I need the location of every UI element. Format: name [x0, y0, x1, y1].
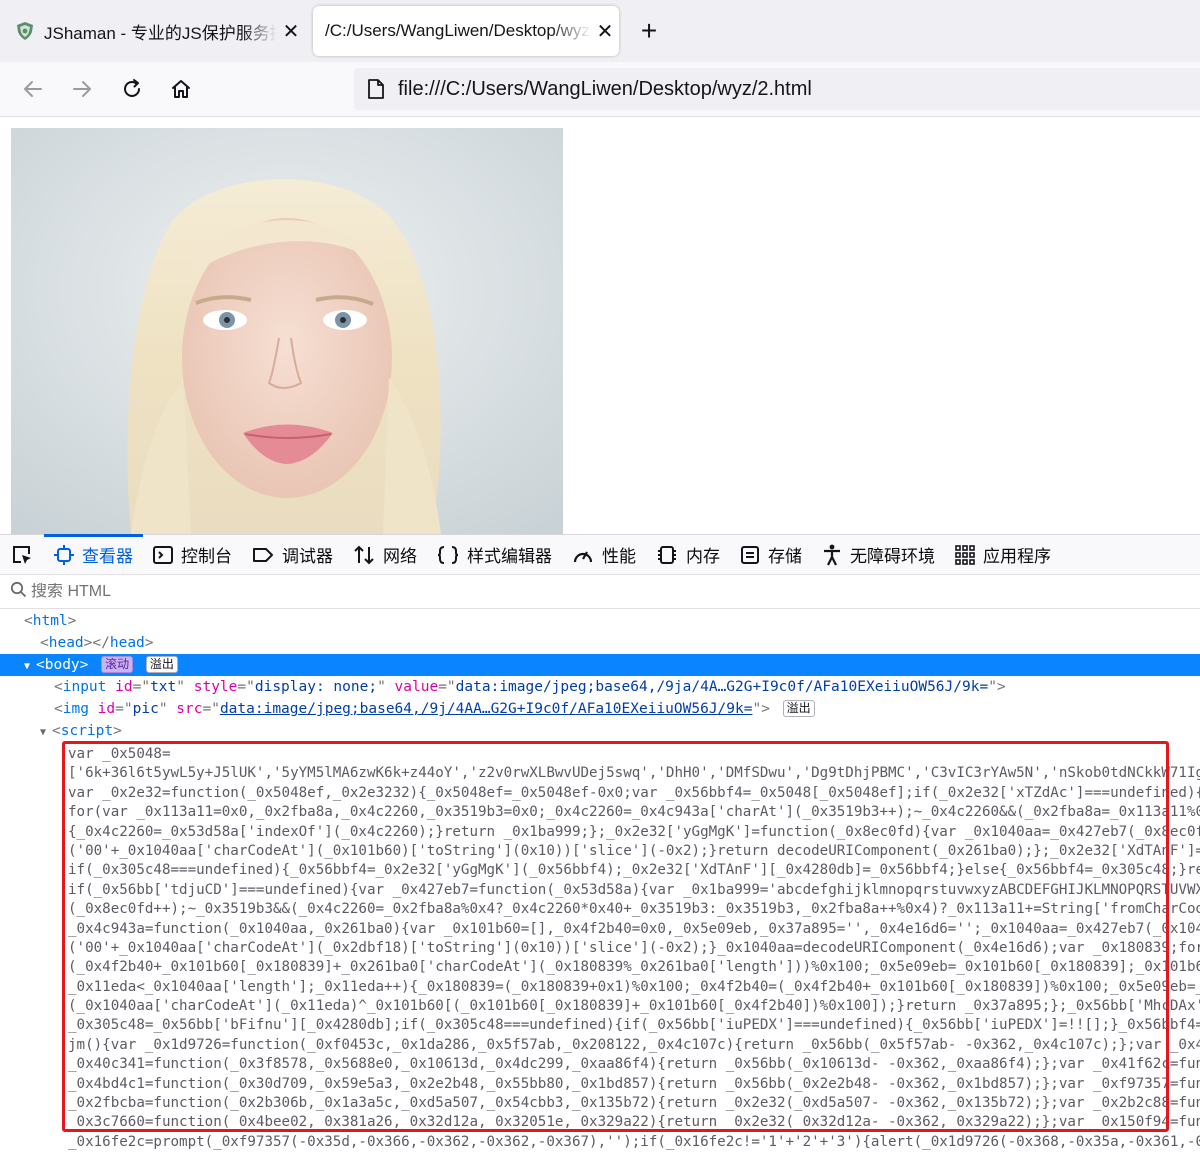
devtools-tab-network[interactable]: 网络 [343, 535, 427, 575]
node-input[interactable]: <input id="txt" style="display: none;" v… [0, 676, 1200, 698]
devtools-tab-accessibility[interactable]: 无障碍环境 [812, 535, 945, 575]
new-tab-button[interactable]: + [634, 14, 664, 48]
reload-icon[interactable] [115, 72, 149, 106]
scroll-badge[interactable]: 滚动 [101, 656, 134, 673]
console-icon [153, 545, 173, 565]
debugger-icon [252, 545, 274, 565]
script-line: {_0x4c2260=_0x53d58a['indexOf'](_0x4c226… [68, 823, 1200, 840]
memory-icon [656, 545, 678, 565]
script-line: _0x305c48=_0x56bb['bFifnu'][_0x4280db];i… [68, 1017, 1200, 1034]
script-line: _0x11eda<_0x1040aa['length'];_0x11eda++)… [68, 978, 1200, 995]
script-line: _0x4c943a=function(_0x1040aa,_0x261ba0){… [68, 920, 1200, 937]
script-line: if(_0x305c48===undefined){_0x56bbf4=_0x2… [68, 862, 1200, 879]
back-icon[interactable] [16, 72, 50, 106]
search-icon [10, 581, 27, 603]
style-editor-icon [437, 545, 459, 565]
devtools-tab-application[interactable]: 应用程序 [945, 535, 1061, 575]
script-line: ('00'+_0x1040aa['charCodeAt'](_0x101b60)… [68, 842, 1200, 859]
url-bar[interactable]: file:///C:/Users/WangLiwen/Desktop/wyz/2… [354, 68, 1200, 110]
markup-tree: <html> <head></head> ▼ <body> 滚动 溢出 <inpu… [0, 610, 1200, 1154]
application-icon [955, 544, 975, 565]
devtools-toolbar: 查看器 控制台 调试器 网络 样式编辑器 性能 内存 存储 无障碍环境 应用程序 [0, 533, 1200, 575]
overflow-badge[interactable]: 溢出 [145, 656, 178, 673]
devtools-tab-style-editor[interactable]: 样式编辑器 [427, 535, 562, 575]
script-line: _0x2fbcba=function(_0x2b306b,_0x1a3a5c,_… [68, 1095, 1200, 1112]
script-line: _0x4bd4c1=function(_0x30d709,_0x59e5a3,_… [68, 1075, 1200, 1092]
accessibility-icon [822, 544, 842, 566]
script-line: (_0x8ec0fd++);~_0x3519b3&&(_0x4c2260=_0x… [68, 901, 1200, 918]
inspector-icon [54, 544, 74, 565]
script-line: var _0x2e32=function(_0x5048ef,_0x2e3232… [68, 784, 1200, 801]
url-text: file:///C:/Users/WangLiwen/Desktop/wyz/2… [398, 77, 812, 100]
collapse-icon[interactable]: ▼ [40, 722, 52, 744]
devtools-tab-inspector[interactable]: 查看器 [44, 533, 143, 575]
search-html-input[interactable] [31, 582, 431, 601]
node-script[interactable]: ▼ <script> [0, 720, 1200, 742]
script-line: if(_0x56bb['tdjuCD']===undefined){var _0… [68, 881, 1200, 898]
search-html-bar [0, 575, 1200, 609]
devtools-tab-memory[interactable]: 内存 [646, 535, 730, 575]
page-icon [354, 78, 398, 100]
tab-title: JShaman - 专业的JS保护服务提供者 [44, 23, 277, 43]
forward-icon[interactable] [65, 72, 99, 106]
script-line: var _0x5048= [68, 746, 171, 762]
navigation-bar: file:///C:/Users/WangLiwen/Desktop/wyz/2… [0, 62, 1200, 117]
script-line: _0x3c7660=function(_0x4bee02,_0x381a26,_… [68, 1114, 1200, 1131]
shield-icon [14, 20, 36, 42]
home-icon[interactable] [164, 72, 198, 106]
script-line: ['6k+36l6t5ywL5y+J5lUK','5yYM5lMA6zwK6k+… [68, 765, 1200, 782]
script-line: jm(){var _0x1d9726=function(_0xf0453c,_0… [68, 1036, 1200, 1053]
tab-strip: JShaman - 专业的JS保护服务提供者 ✕ /C:/Users/WangL… [0, 0, 1200, 62]
storage-icon [740, 545, 760, 565]
browser-tab-jshaman[interactable]: JShaman - 专业的JS保护服务提供者 ✕ [0, 6, 305, 56]
script-line: ('00'+_0x1040aa['charCodeAt'](_0x2dbf18)… [68, 939, 1200, 956]
script-line: for(var _0x113a11=0x0,_0x2fba8a,_0x4c226… [68, 804, 1200, 821]
img-src-link[interactable]: data:image/jpeg;base64,/9j/4AA…G2G+I9c0f… [220, 701, 753, 717]
performance-icon [572, 545, 594, 565]
devtools-tab-console[interactable]: 控制台 [143, 535, 242, 575]
tab-title: /C:/Users/WangLiwen/Desktop/wyz/2.html [325, 21, 591, 40]
script-content: var _0x5048= ['6k+36l6t5ywL5y+J5lUK','5yY… [68, 745, 1200, 1152]
script-line: (_0x4f2b40+_0x101b60[_0x180839]+_0x261ba… [68, 959, 1200, 976]
node-html[interactable]: <html> [0, 610, 1200, 632]
node-head[interactable]: <head></head> [0, 632, 1200, 654]
devtools-tab-performance[interactable]: 性能 [562, 535, 646, 575]
close-icon[interactable]: ✕ [591, 19, 619, 44]
portrait-image [11, 128, 563, 534]
script-line: _0x40c341=function(_0x3f8578,_0x5688e0,_… [68, 1056, 1200, 1073]
node-body[interactable]: ▼ <body> 滚动 溢出 [0, 654, 1200, 676]
network-icon [353, 545, 375, 565]
node-img[interactable]: <img id="pic" src="data:image/jpeg;base6… [0, 698, 1200, 720]
devtools-tab-storage[interactable]: 存储 [730, 535, 812, 575]
element-picker-icon[interactable] [0, 535, 44, 575]
collapse-icon[interactable]: ▼ [24, 656, 36, 678]
close-icon[interactable]: ✕ [277, 19, 305, 44]
page-viewport [0, 118, 1200, 534]
overflow-badge[interactable]: 溢出 [782, 700, 815, 717]
script-line: (_0x1040aa['charCodeAt'](_0x11eda)^_0x10… [68, 998, 1200, 1015]
browser-tab-local-file[interactable]: /C:/Users/WangLiwen/Desktop/wyz/2.html ✕ [313, 6, 619, 56]
devtools-tab-debugger[interactable]: 调试器 [242, 535, 343, 575]
script-line: _0x16fe2c=prompt(_0xf97357(-0x35d,-0x366… [68, 1133, 1200, 1150]
